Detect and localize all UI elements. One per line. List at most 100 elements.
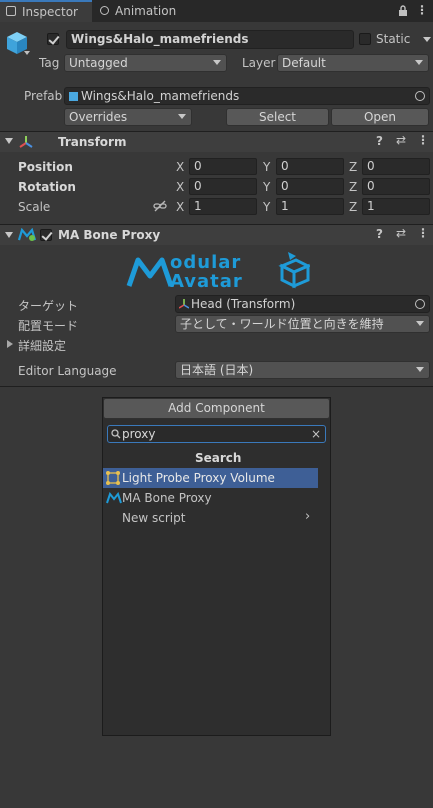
scale-y-field[interactable]: 1 [276,198,344,215]
logo-text-line1: odular [170,252,242,273]
overrides-dropdown[interactable]: Overrides [64,108,192,126]
tab-inspector-label: Inspector [22,5,78,19]
prefab-field[interactable]: Wings&Halo_mamefriends [64,87,430,105]
logo-text-line2: Avatar [170,271,243,292]
unlink-icon[interactable] [153,200,167,212]
object-picker-icon[interactable] [415,299,425,309]
logo-box-icon [278,252,310,289]
advanced-settings-foldout[interactable]: 詳細設定 [18,337,66,354]
placement-value: 子として・ワールド位置と向きを維持 [180,317,384,331]
transform-title: Transform [58,135,127,149]
chevron-down-icon [415,60,423,65]
chevron-right-icon: › [305,509,311,524]
result-label: New script [122,511,186,525]
divider [0,386,433,387]
foldout-arrow-icon[interactable] [5,138,13,144]
open-button-label: Open [363,110,397,124]
axis-x-label: X [176,200,185,214]
chevron-down-icon [178,114,186,119]
search-value: proxy [122,427,156,441]
component-menu-icon[interactable]: ⋮ [417,133,429,147]
tag-value: Untagged [69,56,128,70]
add-component-button[interactable]: Add Component [103,398,330,419]
component-search-input[interactable]: proxy × [107,425,326,443]
modular-avatar-icon [106,492,122,504]
chevron-down-icon [416,321,424,326]
bone-proxy-title: MA Bone Proxy [58,228,161,242]
scale-z-field[interactable]: 1 [362,198,430,215]
select-button[interactable]: Select [226,108,329,126]
tab-animation[interactable]: Animation [98,0,188,22]
object-name-field[interactable]: Wings&Halo_mamefriends [66,30,354,49]
logo-m-icon [126,257,174,287]
transform-icon [19,136,33,148]
tab-inspector[interactable]: Inspector [0,0,92,22]
presets-icon[interactable]: ⇄ [396,133,406,147]
foldout-arrow-icon[interactable] [7,340,13,348]
layer-dropdown[interactable]: Default [277,54,429,72]
rotation-label: Rotation [18,180,76,194]
search-section-title: Search [195,451,242,465]
position-label: Position [18,160,73,174]
result-item-ma-bone-proxy[interactable]: MA Bone Proxy [103,488,318,508]
axis-z-label: Z [349,200,358,214]
axis-y-label: Y [263,160,271,174]
active-checkbox[interactable] [47,33,59,45]
language-label: Editor Language [18,364,117,378]
axis-z-label: Z [349,180,358,194]
light-probe-icon [106,471,120,485]
axis-y-label: Y [263,180,271,194]
axis-x-label: X [176,180,185,194]
rotation-y-field[interactable]: 0 [276,178,344,195]
help-icon[interactable]: ? [376,134,383,148]
layer-label: Layer [242,56,276,70]
rotation-z-field[interactable]: 0 [362,178,430,195]
chevron-down-icon [416,367,424,372]
position-z-field[interactable]: 0 [362,158,430,175]
prefab-label: Prefab [24,89,63,103]
search-icon [111,429,121,439]
position-y-field[interactable]: 0 [276,158,344,175]
add-component-label: Add Component [168,401,265,415]
tag-label: Tag [39,56,60,70]
presets-icon[interactable]: ⇄ [396,226,406,240]
icon-dropdown-icon[interactable] [24,51,30,55]
tab-animation-label: Animation [115,4,177,18]
static-dropdown-icon[interactable] [423,37,431,42]
transform-icon [179,299,189,309]
bone-proxy-enabled-checkbox[interactable] [40,229,52,241]
position-x-field[interactable]: 0 [189,158,257,175]
target-value: Head (Transform) [191,297,296,311]
lock-icon[interactable] [398,5,408,17]
select-button-label: Select [258,110,297,124]
result-item-light-probe-proxy-volume[interactable]: Light Probe Proxy Volume [103,468,318,488]
inspector-icon [6,6,16,16]
tag-dropdown[interactable]: Untagged [64,54,227,72]
result-label: MA Bone Proxy [122,491,212,505]
object-picker-icon[interactable] [415,91,425,101]
static-checkbox[interactable] [359,33,371,45]
target-label: ターゲット [18,299,79,313]
scale-label: Scale [18,200,51,214]
language-value: 日本語 (日本) [180,363,254,377]
layer-value: Default [282,56,326,70]
modular-avatar-logo: odular Avatar [126,250,311,295]
component-menu-icon[interactable]: ⋮ [417,226,429,240]
target-field[interactable]: Head (Transform) [175,295,430,313]
static-label: Static [376,32,411,46]
rotation-x-field[interactable]: 0 [189,178,257,195]
placement-dropdown[interactable]: 子として・ワールド位置と向きを維持 [175,315,430,333]
axis-z-label: Z [349,160,358,174]
modular-avatar-icon [18,228,36,241]
prefab-icon [69,92,78,101]
overrides-label: Overrides [69,110,128,124]
scale-x-field[interactable]: 1 [189,198,257,215]
object-name-value: Wings&Halo_mamefriends [71,32,249,46]
result-item-new-script[interactable]: New script › [103,508,318,528]
open-button[interactable]: Open [331,108,429,126]
tab-menu-icon[interactable]: ⋮ [416,3,428,17]
language-dropdown[interactable]: 日本語 (日本) [175,361,430,379]
help-icon[interactable]: ? [376,227,383,241]
clear-search-icon[interactable]: × [311,426,321,442]
foldout-arrow-icon[interactable] [5,232,13,238]
